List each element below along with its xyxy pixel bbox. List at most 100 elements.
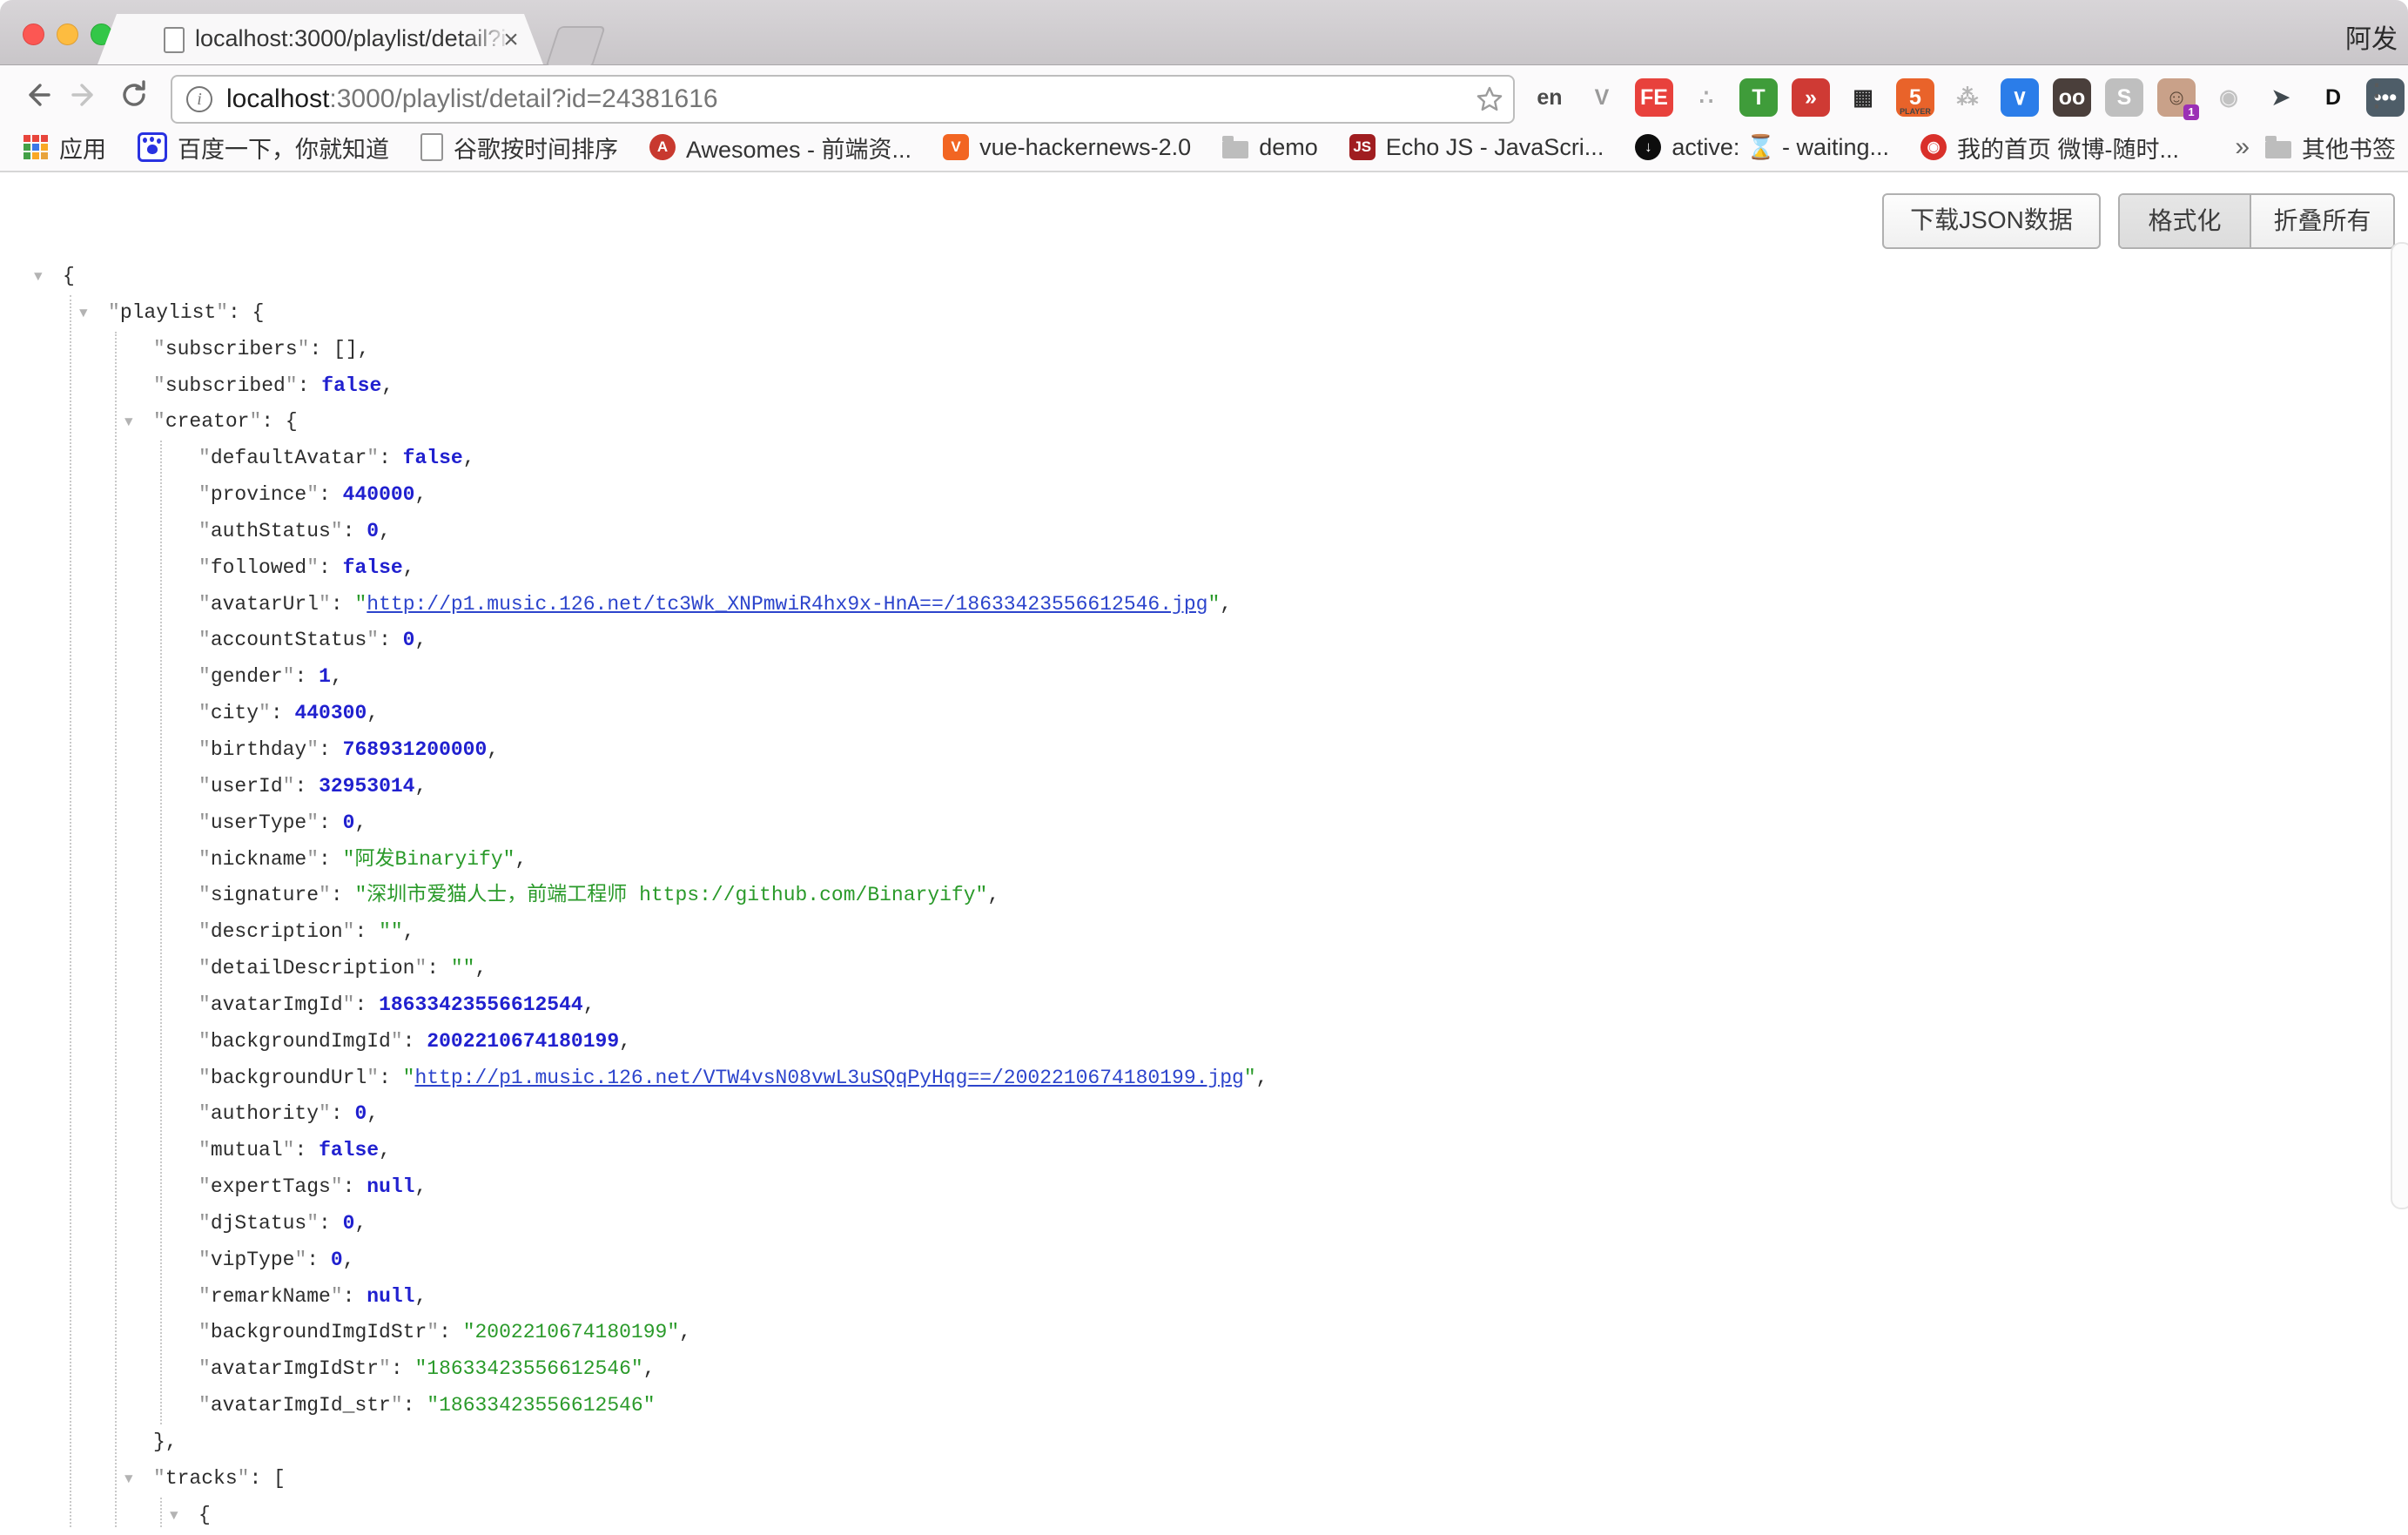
hummingbird-icon[interactable]: ➤ [2262, 78, 2300, 117]
json-token: , [414, 1175, 427, 1198]
json-token: " [198, 1394, 211, 1417]
json-line: "avatarImgId_str": "18633423556612546" [0, 1388, 2387, 1424]
json-token: : [319, 738, 343, 761]
json-token: , [354, 1212, 367, 1235]
html5-player-icon[interactable]: 5PLAYER [1896, 78, 1934, 117]
folder-icon [1222, 141, 1248, 158]
weibo-gray-icon[interactable]: ◉ [2210, 78, 2248, 117]
json-line: "province": 440000, [0, 477, 2387, 514]
mask-icon[interactable]: oo [2053, 78, 2091, 117]
collapse-toggle-icon[interactable]: ▼ [124, 405, 133, 441]
json-token: , [354, 811, 367, 834]
json-token: " [198, 447, 211, 469]
other-bookmarks-folder[interactable]: 其他书签 [2265, 131, 2396, 165]
bookmark-google-time[interactable]: 谷歌按时间排序 [420, 131, 618, 165]
minimize-window-button[interactable] [57, 24, 78, 45]
browser-menu-icon[interactable]: ⋮ [2359, 76, 2394, 114]
json-line: ▼{ [0, 259, 2387, 295]
address-bar[interactable]: i localhost:3000/playlist/detail?id=2438… [171, 75, 1515, 124]
bookmark-awesomes[interactable]: AAwesomes - 前端资... [649, 131, 911, 165]
json-token: " [198, 1321, 211, 1343]
json-token: " [319, 884, 331, 906]
collapse-all-button[interactable]: 折叠所有 [2251, 195, 2393, 247]
collapse-toggle-icon[interactable]: ▼ [34, 259, 43, 296]
profile-name[interactable]: 阿发 [2345, 17, 2398, 56]
s-icon[interactable]: S [2105, 78, 2143, 117]
json-token: "阿发Binaryify" [343, 848, 515, 871]
site-info-icon[interactable]: i [186, 86, 212, 112]
json-token: authority [211, 1102, 319, 1125]
json-line: "birthday": 768931200000, [0, 732, 2387, 769]
json-token: authStatus [211, 520, 331, 542]
json-line: "city": 440300, [0, 696, 2387, 732]
json-token: " [198, 920, 211, 943]
blue-chevron-icon[interactable]: ∨ [2001, 78, 2039, 117]
json-token: " [306, 483, 319, 506]
sitemap-icon[interactable]: ∴ [1687, 78, 1725, 117]
json-token: accountStatus [211, 629, 367, 651]
json-token: " [153, 338, 165, 360]
new-tab-button[interactable] [545, 26, 606, 68]
collapse-toggle-icon[interactable]: ▼ [124, 1462, 133, 1498]
json-token: : { [228, 301, 264, 324]
json-token: " [294, 1249, 306, 1271]
bookmark-star-icon[interactable] [1475, 84, 1504, 114]
fe-icon[interactable]: FE [1635, 78, 1673, 117]
bookmark-apps[interactable]: 应用 [23, 131, 106, 165]
baidu-paw-icon [138, 132, 167, 162]
bookmark-label: active: ⌛ - waiting... [1671, 133, 1889, 161]
bookmark-weibo-home[interactable]: ◉我的首页 微博-随时... [1920, 131, 2179, 165]
folder-icon [2265, 141, 2291, 158]
json-token: avatarImgId [211, 993, 343, 1016]
bookmarks-overflow-chevron-icon[interactable]: » [2235, 132, 2250, 162]
url-path: :3000/playlist/detail?id=24381616 [329, 84, 717, 113]
collapse-toggle-icon[interactable]: ▼ [79, 296, 88, 333]
json-token: 0 [367, 520, 379, 542]
json-token: : [343, 1285, 367, 1308]
json-line: ▼"tracks": [ [0, 1461, 2387, 1498]
video-download-icon[interactable]: » [1792, 78, 1830, 117]
close-window-button[interactable] [23, 24, 44, 45]
json-token: " [198, 811, 211, 834]
json-url-link[interactable]: http://p1.music.126.net/VTW4vsN08vwL3uSQ… [414, 1067, 1243, 1089]
bookmark-demo[interactable]: demo [1222, 134, 1318, 161]
bookmark-active[interactable]: ↓active: ⌛ - waiting... [1635, 133, 1889, 161]
tab-close-icon[interactable]: × [494, 23, 528, 57]
format-button[interactable]: 格式化 [2120, 195, 2251, 247]
json-token: " [367, 629, 379, 651]
browser-tab[interactable]: localhost:3000/playlist/detail?i × [98, 14, 543, 64]
json-token: : [298, 374, 322, 397]
json-token: " [331, 1285, 343, 1308]
monkey-icon[interactable]: ☺1 [2157, 78, 2196, 117]
json-token: 32953014 [319, 775, 414, 798]
translate-icon[interactable]: en [1530, 78, 1569, 117]
qr-code-icon[interactable]: ▦ [1844, 78, 1882, 117]
json-token: : [294, 775, 319, 798]
paw-icon[interactable]: ⁂ [1948, 78, 1987, 117]
extension-caption: PLAYER [1896, 107, 1934, 116]
dark-d-icon[interactable]: D [2314, 78, 2352, 117]
bookmark-echojs[interactable]: JSEcho JS - JavaScri... [1349, 134, 1604, 161]
collapse-toggle-icon[interactable]: ▼ [170, 1498, 178, 1535]
json-url-link[interactable]: http://p1.music.126.net/tc3Wk_XNPmwiR4hx… [367, 593, 1207, 616]
json-line: "mutual": false, [0, 1133, 2387, 1169]
json-token: " [343, 993, 355, 1016]
json-token: " [391, 1030, 403, 1053]
url-text[interactable]: localhost:3000/playlist/detail?id=243816… [226, 84, 718, 114]
forward-button[interactable] [68, 77, 103, 112]
json-token: null [367, 1175, 414, 1198]
vimium-icon[interactable]: V [1583, 78, 1621, 117]
bookmark-label: 应用 [59, 131, 106, 165]
tampermonkey-icon[interactable]: T [1739, 78, 1778, 117]
json-token: " [259, 702, 271, 724]
download-json-button[interactable]: 下载JSON数据 [1882, 193, 2101, 249]
json-token: tracks [165, 1467, 238, 1490]
bookmark-vue-hackernews[interactable]: Vvue-hackernews-2.0 [943, 134, 1191, 161]
json-token: defaultAvatar [211, 447, 367, 469]
scrollbar-track[interactable] [2391, 242, 2408, 1209]
reload-button[interactable] [117, 77, 151, 112]
back-button[interactable] [19, 77, 54, 112]
page-favicon-icon [164, 27, 185, 53]
json-token: 0 [343, 1212, 355, 1235]
bookmark-baidu[interactable]: 百度一下，你就知道 [138, 131, 389, 165]
